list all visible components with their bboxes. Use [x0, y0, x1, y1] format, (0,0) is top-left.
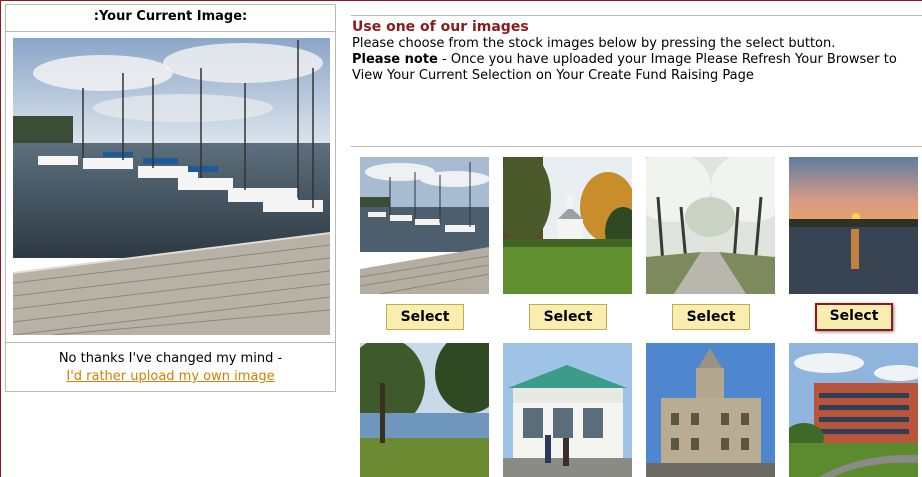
current-image: [13, 38, 330, 335]
select-button-harbor[interactable]: Select: [386, 304, 464, 330]
campus-building-photo[interactable]: [789, 343, 918, 477]
sunset-lake-photo[interactable]: [789, 157, 918, 294]
current-image-panel: :Your Current Image: No thanks I've chan…: [5, 4, 336, 392]
church-photo[interactable]: [503, 157, 632, 294]
select-button-blossom-avenue[interactable]: Select: [672, 304, 750, 330]
historic-building-photo[interactable]: [646, 343, 775, 477]
blossom-avenue-photo[interactable]: [646, 157, 775, 294]
divider: [351, 15, 922, 16]
select-button-sunset-lake[interactable]: Select: [815, 303, 893, 331]
select-button-church[interactable]: Select: [529, 304, 607, 330]
stock-heading: Use one of our images: [352, 19, 529, 35]
harbor-photo[interactable]: [360, 157, 489, 294]
ice-cream-stand-photo[interactable]: [503, 343, 632, 477]
current-image-title: :Your Current Image:: [6, 5, 335, 32]
divider: [351, 146, 922, 147]
decline-text: No thanks I've changed my mind -: [58, 351, 283, 366]
stock-note: Please note - Once you have uploaded you…: [352, 52, 922, 84]
stock-instructions: Please choose from the stock images belo…: [352, 36, 836, 51]
stock-info: Use one of our images Please choose from…: [352, 19, 922, 84]
divider: [6, 342, 335, 343]
lakeside-trees-photo[interactable]: [360, 343, 489, 477]
upload-option: No thanks I've changed my mind - I'd rat…: [6, 350, 335, 386]
upload-own-image-link[interactable]: I'd rather upload my own image: [66, 369, 274, 384]
note-label: Please note: [352, 52, 438, 67]
